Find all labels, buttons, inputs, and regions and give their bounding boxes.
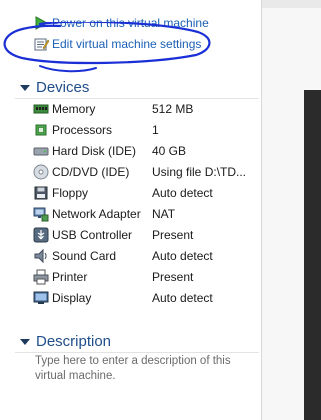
device-value: Present bbox=[152, 270, 194, 284]
power-on-label[interactable]: Power on this virtual machine bbox=[52, 14, 209, 32]
device-value: Present bbox=[152, 228, 194, 242]
display-icon bbox=[33, 291, 49, 304]
device-row-network-adapter[interactable]: Network Adapter NAT bbox=[33, 204, 258, 224]
description-section-title: Description bbox=[36, 333, 112, 350]
device-name: Memory bbox=[52, 102, 96, 116]
preview-top-strip bbox=[262, 0, 321, 8]
device-value: Auto detect bbox=[152, 186, 213, 200]
device-name: Hard Disk (IDE) bbox=[52, 144, 137, 158]
device-row-display[interactable]: Display Auto detect bbox=[33, 288, 258, 308]
device-value: 40 GB bbox=[152, 144, 187, 158]
sound-card-icon bbox=[34, 248, 47, 264]
edit-settings-icon bbox=[34, 38, 49, 51]
device-name: Sound Card bbox=[52, 249, 117, 263]
device-row-processors[interactable]: Processors 1 bbox=[33, 120, 258, 140]
device-row-printer[interactable]: Printer Present bbox=[33, 267, 258, 287]
device-value: 512 MB bbox=[152, 102, 194, 116]
vm-preview-pane bbox=[262, 0, 321, 420]
device-name: Display bbox=[52, 291, 92, 305]
device-row-hard-disk[interactable]: Hard Disk (IDE) 40 GB bbox=[33, 141, 258, 161]
usb-controller-icon bbox=[33, 227, 49, 243]
vm-summary-panel: Power on this virtual machine Edit virtu… bbox=[0, 0, 261, 420]
device-value: Auto detect bbox=[152, 249, 213, 263]
device-row-usb-controller[interactable]: USB Controller Present bbox=[33, 225, 258, 245]
description-divider bbox=[15, 352, 259, 353]
device-value: NAT bbox=[152, 207, 176, 221]
description-placeholder[interactable]: Type here to enter a description of this… bbox=[35, 354, 250, 384]
floppy-icon bbox=[34, 186, 48, 200]
device-name: CD/DVD (IDE) bbox=[52, 165, 130, 179]
vm-console-preview[interactable] bbox=[304, 90, 321, 420]
collapse-triangle-icon[interactable] bbox=[20, 339, 30, 345]
devices-section-title: Devices bbox=[36, 79, 90, 96]
device-value: Using file D:\TD... bbox=[152, 165, 247, 179]
device-row-cd-dvd[interactable]: CD/DVD (IDE) Using file D:\TD... bbox=[33, 162, 258, 182]
printer-icon bbox=[33, 269, 49, 285]
device-name: USB Controller bbox=[52, 228, 133, 242]
edit-settings-label[interactable]: Edit virtual machine settings bbox=[52, 35, 201, 53]
device-name: Printer bbox=[52, 270, 88, 284]
collapse-triangle-icon[interactable] bbox=[20, 85, 30, 91]
device-row-memory[interactable]: Memory 512 MB bbox=[33, 99, 258, 119]
device-name: Network Adapter bbox=[52, 207, 141, 221]
network-adapter-icon bbox=[33, 207, 49, 222]
cd-dvd-icon bbox=[33, 164, 49, 180]
device-name: Processors bbox=[52, 123, 113, 137]
device-value: 1 bbox=[152, 123, 159, 137]
memory-icon bbox=[33, 104, 49, 114]
play-icon bbox=[35, 16, 49, 30]
device-row-sound-card[interactable]: Sound Card Auto detect bbox=[33, 246, 258, 266]
hard-disk-icon bbox=[33, 147, 49, 156]
device-value: Auto detect bbox=[152, 291, 213, 305]
processor-icon bbox=[35, 124, 47, 136]
device-name: Floppy bbox=[52, 186, 89, 200]
device-row-floppy[interactable]: Floppy Auto detect bbox=[33, 183, 258, 203]
